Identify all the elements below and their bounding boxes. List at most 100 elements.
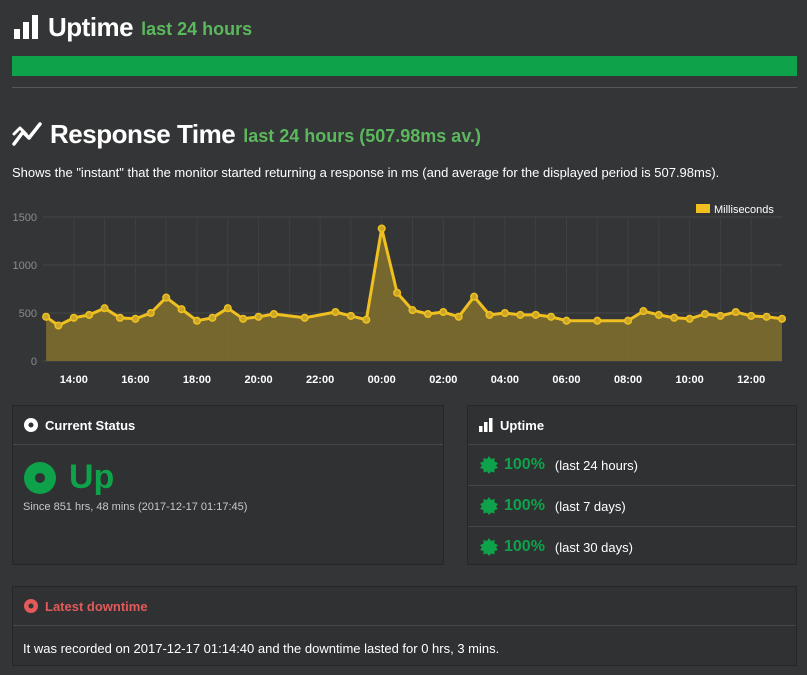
data-point [685, 314, 694, 323]
data-point [454, 312, 463, 321]
dot-circle-icon [24, 599, 38, 613]
uptime-row: 100% (last 30 days) [468, 526, 796, 567]
dot-circle-icon [24, 418, 38, 432]
data-point [547, 312, 556, 321]
latest-downtime-title: Latest downtime [45, 598, 148, 614]
data-point [254, 312, 263, 321]
response-time-description: Shows the "instant" that the monitor sta… [12, 165, 720, 180]
data-point [346, 311, 355, 320]
data-point [623, 316, 633, 325]
x-tick-label: 06:00 [552, 374, 580, 386]
uptime-header: Uptime last 24 hours [12, 10, 252, 44]
status-up-icon [24, 461, 56, 494]
data-point [423, 309, 432, 319]
x-tick-label: 22:00 [306, 374, 334, 386]
y-tick-label: 1000 [13, 260, 37, 272]
uptime-row: 100% (last 24 hours) [468, 445, 796, 485]
data-point [470, 292, 479, 301]
response-time-chart: 0 500 1000 1500 14:00 16:00 18:00 20:00 22:00 00… [13, 204, 787, 386]
response-time-area [46, 228, 783, 361]
divider [12, 87, 797, 88]
uptime-progress-bar [12, 56, 797, 76]
uptime-period: (last 7 days) [554, 498, 626, 514]
data-point [377, 224, 386, 233]
data-point [54, 321, 63, 330]
data-point [131, 314, 140, 323]
response-time-subtitle: last 24 hours (507.98ms av.) [243, 125, 481, 146]
data-point [100, 304, 109, 313]
data-point [500, 308, 509, 318]
status-text: Up [69, 458, 115, 496]
latest-downtime-text: It was recorded on 2017-12-17 01:14:40 a… [23, 641, 500, 656]
uptime-percent: 100% [504, 456, 545, 473]
uptime-period: (last 24 hours) [554, 457, 639, 473]
data-point [393, 288, 402, 297]
data-point [516, 310, 525, 319]
data-point [177, 305, 186, 314]
data-point [531, 310, 540, 319]
bar-chart-icon [479, 418, 493, 432]
x-tick-label: 02:00 [429, 374, 457, 386]
data-point [331, 307, 340, 317]
current-status-title: Current Status [45, 417, 136, 433]
x-tick-label: 14:00 [60, 374, 88, 386]
uptime-period: (last 30 days) [554, 539, 633, 555]
data-point [362, 315, 371, 324]
uptime-percent: 100% [504, 538, 545, 555]
data-point [731, 307, 740, 317]
y-tick-label: 0 [31, 356, 37, 368]
uptime-progress-fill [12, 56, 797, 76]
latest-downtime-panel: Latest downtime It was recorded on 2017-… [12, 586, 797, 666]
current-status-panel: Current Status Up Since 851 hrs, 48 mins… [12, 405, 444, 565]
data-point [269, 309, 278, 319]
data-point [223, 304, 232, 313]
line-chart-icon [12, 122, 42, 146]
uptime-subtitle: last 24 hours [141, 18, 253, 39]
data-point [115, 313, 125, 322]
badge-check-icon [480, 497, 498, 515]
data-point [439, 307, 448, 317]
current-status-header: Current Status [13, 406, 443, 445]
latest-downtime-header: Latest downtime [13, 587, 796, 626]
data-point [85, 310, 94, 319]
bar-chart-icon [14, 15, 38, 39]
data-point [300, 313, 309, 322]
uptime-panel-header: Uptime [468, 406, 796, 445]
data-point [747, 311, 756, 320]
data-point [208, 313, 217, 322]
y-tick-label: 1500 [13, 212, 37, 224]
uptime-title: Uptime [48, 11, 134, 42]
legend-label: Milliseconds [714, 204, 774, 216]
data-point [777, 314, 787, 323]
chart-legend: Milliseconds [696, 204, 774, 216]
data-point [700, 309, 710, 319]
data-point [42, 312, 51, 321]
data-point [69, 313, 78, 322]
x-tick-label: 08:00 [614, 374, 642, 386]
x-tick-label: 10:00 [676, 374, 704, 386]
x-tick-label: 18:00 [183, 374, 211, 386]
data-point [146, 308, 155, 318]
x-tick-label: 00:00 [368, 374, 396, 386]
data-point [670, 313, 679, 322]
x-tick-label: 12:00 [737, 374, 765, 386]
uptime-row: 100% (last 7 days) [468, 485, 796, 526]
data-point [162, 293, 171, 302]
data-point [485, 310, 494, 319]
x-tick-label: 20:00 [244, 374, 272, 386]
data-point [408, 306, 417, 315]
data-point [716, 311, 725, 320]
y-tick-label: 500 [19, 308, 37, 320]
data-point [239, 314, 248, 323]
data-point [762, 312, 771, 321]
data-point [639, 307, 648, 316]
response-time-title: Response Time [50, 118, 236, 149]
status-indicator: Up [23, 458, 114, 497]
data-point [192, 316, 202, 325]
x-tick-label: 16:00 [121, 374, 149, 386]
uptime-panel-title: Uptime [500, 417, 545, 433]
data-point [562, 316, 571, 325]
legend-swatch [696, 204, 710, 213]
data-point [593, 316, 602, 325]
status-since: Since 851 hrs, 48 mins (2017-12-17 01:17… [23, 501, 248, 513]
